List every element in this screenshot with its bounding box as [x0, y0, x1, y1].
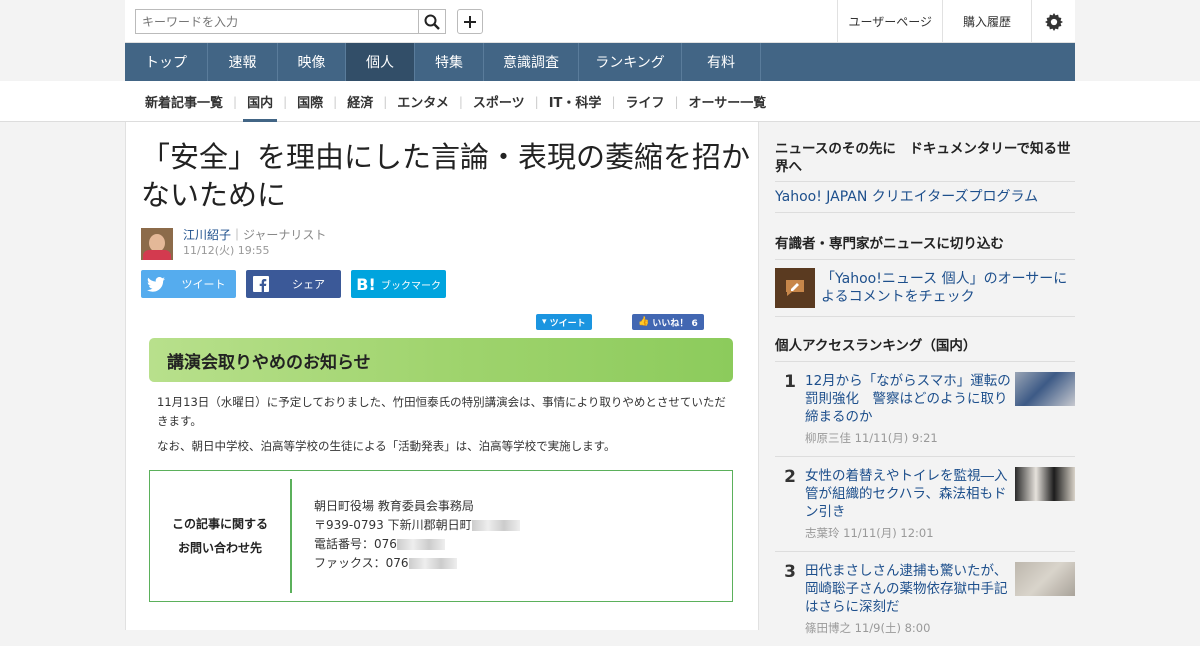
- purchase-history-link[interactable]: 購入履歴: [941, 0, 1031, 43]
- article-image: ▾ ツイート 👍 いいね！ 6 講演会取りやめのお知らせ 11月13日（水曜日）…: [141, 308, 746, 608]
- top-bar: ユーザーページ 購入履歴: [125, 0, 1075, 43]
- subnav-international[interactable]: 国際: [287, 81, 333, 122]
- subnav-authors[interactable]: オーサー一覧: [679, 81, 777, 122]
- contact-label-line1: この記事に関する: [171, 517, 268, 531]
- facebook-icon: [246, 276, 276, 292]
- share-buttons: ツイート シェア B! ブックマーク: [141, 270, 446, 298]
- nav-video[interactable]: 映像: [278, 43, 346, 81]
- tweet-label: ツイート: [181, 278, 226, 291]
- rank-number: 1: [784, 372, 796, 392]
- author-avatar[interactable]: [141, 228, 173, 260]
- hatena-bookmark-button[interactable]: B! ブックマーク: [351, 270, 446, 298]
- ranking-meta: 志葉玲 11/11(月) 12:01: [805, 526, 934, 540]
- ranking-title-link[interactable]: 12月から「ながらスマホ」運転の罰則強化 警察はどのように取り締まるのか: [805, 372, 1015, 426]
- contact-details: 朝日町役場 教育委員会事務局 〒939-0793 下新川郡朝日町 電話番号：07…: [292, 471, 520, 601]
- contact-org: 朝日町役場 教育委員会事務局: [314, 499, 474, 513]
- author-name[interactable]: 江川紹子: [183, 228, 231, 242]
- ranking-meta: 柳原三佳 11/11(月) 9:21: [805, 431, 938, 445]
- sub-nav: 新着記事一覧 | 国内 | 国際 | 経済 | エンタメ | スポーツ | IT・科学 | ラ…: [0, 81, 1200, 122]
- notice-banner: 講演会取りやめのお知らせ: [149, 338, 733, 382]
- subnav-entertainment[interactable]: エンタメ: [387, 81, 459, 122]
- creators-program-link[interactable]: Yahoo! JAPAN クリエイターズプログラム: [775, 188, 1075, 206]
- ranking-thumbnail[interactable]: [1015, 372, 1075, 406]
- ranking-title-link[interactable]: 田代まさしさん逮捕も驚いたが、岡崎聡子さんの薬物依存獄中手記はさらに深刻だ: [805, 562, 1015, 616]
- subnav-economy[interactable]: 経済: [337, 81, 383, 122]
- search-icon: [424, 14, 440, 30]
- article-title: 「安全」を理由にした言論・表現の萎縮を招かないために: [141, 140, 751, 212]
- contact-fax: ファックス：076: [314, 556, 409, 570]
- ranking-thumbnail[interactable]: [1015, 467, 1075, 501]
- article-column: 「安全」を理由にした言論・表現の萎縮を招かないために 江川紹子｜ジャーナリスト …: [125, 122, 759, 630]
- main-nav: トップ 速報 映像 個人 特集 意識調査 ランキング 有料: [125, 43, 1075, 81]
- ranking-thumbnail[interactable]: [1015, 562, 1075, 596]
- bookmark-label: ブックマーク: [381, 280, 441, 292]
- user-page-link[interactable]: ユーザーページ: [837, 0, 942, 43]
- subnav-new-articles[interactable]: 新着記事一覧: [135, 81, 233, 122]
- subnav-life[interactable]: ライフ: [615, 81, 674, 122]
- nav-survey[interactable]: 意識調査: [484, 43, 579, 81]
- rank-number: 3: [784, 562, 796, 582]
- sidebar: ニュースのその先に ドキュメンタリーで知る世界へ Yahoo! JAPAN クリ…: [775, 122, 1075, 646]
- search-input[interactable]: [135, 9, 418, 34]
- contact-label: この記事に関する お問い合わせ先: [150, 471, 290, 601]
- embedded-tweet-label: ツイート: [549, 318, 586, 329]
- settings-button[interactable]: [1031, 0, 1075, 43]
- hatena-icon: B!: [356, 274, 376, 294]
- subnav-it-science[interactable]: IT・科学: [539, 81, 612, 122]
- nav-top[interactable]: トップ: [125, 43, 208, 81]
- nav-paid[interactable]: 有料: [682, 43, 761, 81]
- ranking-meta: 篠田博之 11/9(土) 8:00: [805, 621, 931, 635]
- redacted-block: [408, 558, 457, 569]
- redacted-block: [396, 539, 445, 550]
- embedded-like-label: いいね！ 6: [652, 318, 698, 329]
- nav-features[interactable]: 特集: [415, 43, 484, 81]
- comment-promo-link[interactable]: 「Yahoo!ニュース 個人」のオーサーによるコメントをチェック: [821, 270, 1075, 306]
- ranking-item[interactable]: 3 田代まさしさん逮捕も驚いたが、岡崎聡子さんの薬物依存獄中手記はさらに深刻だ …: [775, 552, 1075, 646]
- search-button[interactable]: [418, 9, 446, 34]
- embedded-tweet-button[interactable]: ▾ ツイート: [536, 314, 592, 330]
- ranking-title: 個人アクセスランキング（国内）: [775, 338, 977, 354]
- add-button[interactable]: [457, 9, 483, 34]
- nav-breaking[interactable]: 速報: [208, 43, 278, 81]
- share-label: シェア: [292, 278, 325, 291]
- header-links: ユーザーページ 購入履歴: [837, 0, 1075, 43]
- contact-label-line2: お問い合わせ先: [177, 541, 262, 555]
- comment-promo[interactable]: 「Yahoo!ニュース 個人」のオーサーによるコメントをチェック: [775, 260, 1075, 317]
- facebook-share-button[interactable]: シェア: [246, 270, 341, 298]
- nav-personal[interactable]: 個人: [346, 43, 415, 81]
- article-date: 11/12(火) 19:55: [183, 244, 270, 257]
- author-role: ｜ジャーナリスト: [231, 228, 327, 242]
- subnav-sports[interactable]: スポーツ: [463, 81, 535, 122]
- nav-ranking[interactable]: ランキング: [579, 43, 682, 81]
- ranking-item[interactable]: 2 女性の着替えやトイレを監視―入管が組織的セクハラ、森法相もドン引き 志葉玲 …: [775, 457, 1075, 552]
- contact-address: 〒939-0793 下新川郡朝日町: [314, 518, 472, 532]
- notice-paragraph-2: なお、朝日中学校、泊高等学校の生徒による「活動発表」は、泊高等学校で実施します。: [157, 439, 616, 453]
- notice-text: 11月13日（水曜日）に予定しておりました、竹田恒泰氏の特別講演会は、事情により…: [157, 393, 732, 456]
- tweet-button[interactable]: ツイート: [141, 270, 236, 298]
- redacted-block: [471, 520, 520, 531]
- twitter-icon: [141, 276, 171, 292]
- ranking-title-link[interactable]: 女性の着替えやトイレを監視―入管が組織的セクハラ、森法相もドン引き: [805, 467, 1015, 521]
- ranking-item[interactable]: 1 12月から「ながらスマホ」運転の罰則強化 警察はどのように取り締まるのか 柳…: [775, 362, 1075, 457]
- sidebar-section-title: ニュースのその先に ドキュメンタリーで知る世界へ: [775, 141, 1071, 175]
- plus-icon: [464, 15, 476, 28]
- search-box: [135, 9, 572, 34]
- comment-icon: [775, 268, 815, 308]
- gear-icon: [1044, 12, 1063, 31]
- sidebar-section-documentary: ニュースのその先に ドキュメンタリーで知る世界へ: [775, 122, 1075, 182]
- sidebar-section-title: 有識者・専門家がニュースに切り込む: [775, 236, 1004, 252]
- embedded-like-button[interactable]: 👍 いいね！ 6: [632, 314, 704, 330]
- notice-paragraph-1: 11月13日（水曜日）に予定しておりました、竹田恒泰氏の特別講演会は、事情により…: [157, 395, 726, 428]
- contact-box: この記事に関する お問い合わせ先 朝日町役場 教育委員会事務局 〒939-079…: [149, 470, 733, 602]
- subnav-domestic[interactable]: 国内: [237, 81, 283, 122]
- rank-number: 2: [784, 467, 796, 487]
- contact-phone: 電話番号：076: [314, 537, 397, 551]
- author-block: 江川紹子｜ジャーナリスト 11/12(火) 19:55: [141, 228, 326, 260]
